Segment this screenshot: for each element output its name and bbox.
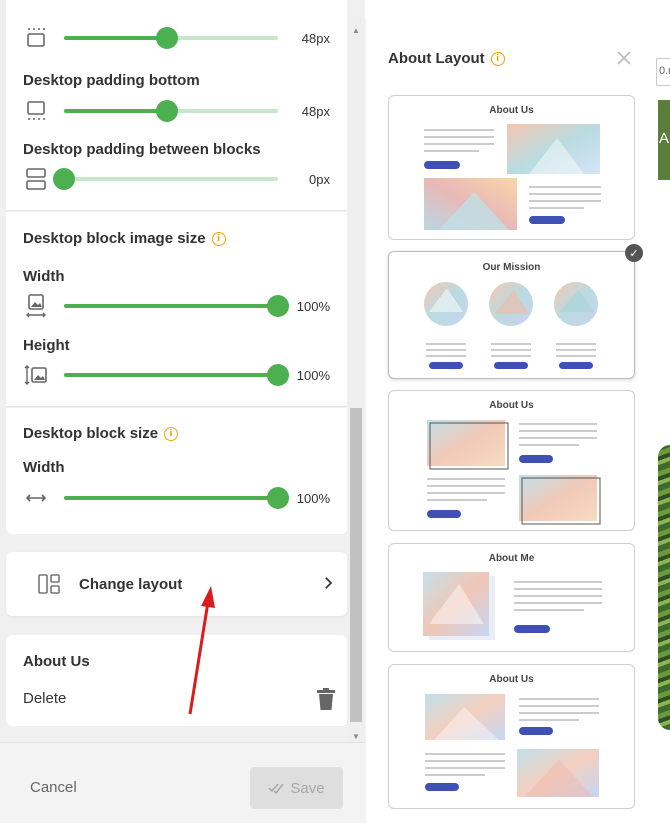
block-size-title: Desktop block size xyxy=(23,425,159,442)
section-title: About Us xyxy=(23,653,90,670)
arrows-horizontal-icon xyxy=(24,486,48,510)
layout-title: About Us xyxy=(489,674,534,685)
save-button[interactable]: Save xyxy=(250,767,343,809)
layout-icon xyxy=(38,574,60,594)
image-width-label: Width xyxy=(23,268,65,285)
scroll-down-arrow[interactable]: ▼ xyxy=(352,732,360,741)
layout-title: About Me xyxy=(488,553,535,564)
padding-between-icon xyxy=(24,167,48,191)
scrollbar-thumb[interactable] xyxy=(350,408,362,722)
slider-fill xyxy=(64,109,167,113)
slider-handle[interactable] xyxy=(267,364,289,386)
padding-between-label: Desktop padding between blocks xyxy=(23,141,261,158)
layout-gallery: About Layout i About Us Our Mission ✓ Ab… xyxy=(366,0,656,823)
layout-option[interactable]: About Us xyxy=(388,390,635,531)
panel-footer: Cancel Save xyxy=(0,742,365,823)
annotation-arrow xyxy=(188,586,215,715)
image-height-icon xyxy=(24,363,48,387)
image-height-slider[interactable] xyxy=(64,364,289,386)
image-size-title: Desktop block image size xyxy=(23,230,206,247)
section-card: About Us Delete xyxy=(6,635,347,726)
padding-top-icon xyxy=(24,26,48,50)
image-height-value: 100% xyxy=(296,368,330,383)
layout-title: About Us xyxy=(489,105,534,116)
layout-option-selected[interactable]: Our Mission xyxy=(388,251,635,379)
change-layout-button[interactable]: Change layout xyxy=(6,552,347,616)
padding-bottom-slider[interactable] xyxy=(64,100,278,122)
slider-handle[interactable] xyxy=(53,168,75,190)
block-width-label: Width xyxy=(23,459,65,476)
slider-fill xyxy=(64,36,167,40)
close-icon[interactable] xyxy=(616,50,632,66)
save-label: Save xyxy=(290,779,325,797)
padding-top-slider[interactable] xyxy=(64,27,278,49)
cancel-button[interactable]: Cancel xyxy=(30,779,77,796)
trash-icon[interactable] xyxy=(315,687,337,711)
gallery-heading: About Layout i xyxy=(388,50,505,67)
slider-handle[interactable] xyxy=(267,295,289,317)
slider-handle[interactable] xyxy=(267,487,289,509)
slider-track xyxy=(64,177,278,181)
layout-option[interactable]: About Me xyxy=(388,543,635,652)
padding-bottom-label: Desktop padding bottom xyxy=(23,72,200,89)
page-url-input[interactable]: 0.u xyxy=(656,58,670,86)
layout-preview xyxy=(427,420,601,525)
padding-settings-card: 48px Desktop padding bottom 48px Desktop… xyxy=(6,0,347,211)
gallery-title: About Layout xyxy=(388,50,485,67)
padding-between-slider[interactable] xyxy=(53,168,278,190)
layout-preview xyxy=(425,694,599,797)
slider-handle[interactable] xyxy=(155,100,178,122)
slider-fill xyxy=(64,496,278,500)
image-width-icon xyxy=(24,294,48,318)
settings-panel: 48px Desktop padding bottom 48px Desktop… xyxy=(0,0,365,823)
panel-scrollbar[interactable]: ▲ ▼ xyxy=(348,16,364,741)
image-width-slider[interactable] xyxy=(64,295,289,317)
layout-preview xyxy=(424,124,601,230)
check-icon xyxy=(268,783,284,794)
change-layout-label: Change layout xyxy=(79,576,183,593)
padding-top-value: 48px xyxy=(301,31,330,46)
block-size-card: Desktop block size i Width 100% xyxy=(6,408,347,534)
page-banner: A xyxy=(658,100,670,180)
padding-between-value: 0px xyxy=(309,172,330,187)
block-width-value: 100% xyxy=(296,491,330,506)
image-height-label: Height xyxy=(23,337,70,354)
padding-bottom-icon xyxy=(24,99,48,123)
info-icon[interactable]: i xyxy=(164,426,179,441)
layout-title: About Us xyxy=(489,400,534,411)
page-photo xyxy=(658,445,670,730)
image-width-value: 100% xyxy=(296,299,330,314)
layout-option[interactable]: About Us xyxy=(388,95,635,240)
image-size-heading: Desktop block image size i xyxy=(23,230,226,247)
padding-bottom-value: 48px xyxy=(301,104,330,119)
delete-label: Delete xyxy=(23,690,67,707)
image-size-card: Desktop block image size i Width 100% He… xyxy=(6,212,347,407)
layout-title: Our Mission xyxy=(482,262,541,273)
selected-check-icon: ✓ xyxy=(625,244,643,262)
scroll-up-arrow[interactable]: ▲ xyxy=(352,26,360,35)
info-icon[interactable]: i xyxy=(490,51,505,66)
chevron-right-icon xyxy=(325,577,333,589)
block-size-heading: Desktop block size i xyxy=(23,425,179,442)
block-width-slider[interactable] xyxy=(64,487,289,509)
info-icon[interactable]: i xyxy=(211,231,226,246)
slider-handle[interactable] xyxy=(155,27,178,49)
slider-fill xyxy=(64,373,278,377)
slider-fill xyxy=(64,304,278,308)
layout-option[interactable]: About Us xyxy=(388,664,635,809)
